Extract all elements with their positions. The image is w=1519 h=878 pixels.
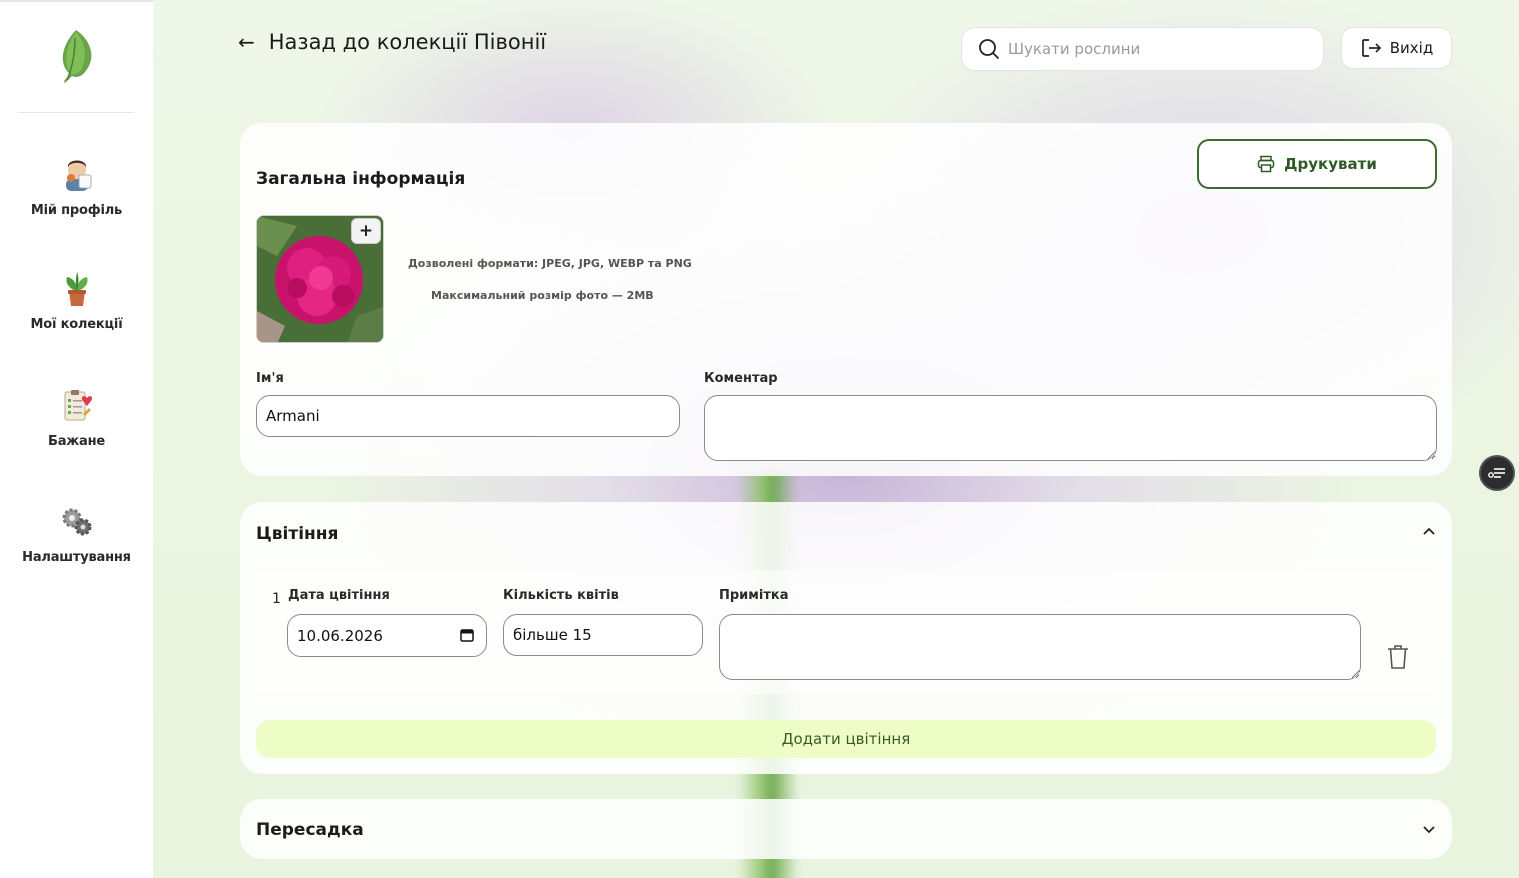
printer-icon bbox=[1257, 155, 1275, 173]
sidebar-divider bbox=[18, 112, 134, 113]
sidebar-item-profile[interactable]: Мій профіль bbox=[0, 157, 153, 247]
leaf-logo-icon[interactable] bbox=[55, 28, 97, 84]
potted-plant-icon bbox=[65, 272, 88, 306]
blooming-card: Цвітіння 1 Дата цвітіння Кількість квіті… bbox=[240, 502, 1452, 774]
logout-icon bbox=[1361, 39, 1381, 57]
calendar-icon[interactable] bbox=[460, 628, 474, 642]
sidebar-item-settings[interactable]: Налаштування bbox=[0, 504, 153, 594]
gears-icon bbox=[62, 508, 91, 536]
bloom-date-label: Дата цвітіння bbox=[288, 588, 390, 603]
bloom-date-input[interactable] bbox=[287, 614, 487, 657]
search-input[interactable] bbox=[1008, 40, 1308, 58]
bloom-note-label: Примітка bbox=[719, 588, 789, 603]
flower-count-label: Кількість квітів bbox=[503, 588, 619, 603]
search-box[interactable] bbox=[961, 27, 1324, 71]
trash-icon[interactable] bbox=[1386, 644, 1410, 670]
sidebar-item-label: Мій профіль bbox=[30, 203, 123, 218]
list-toggle-icon bbox=[1488, 468, 1505, 478]
blooming-title: Цвітіння bbox=[256, 524, 339, 544]
logout-label: Вихід bbox=[1389, 39, 1434, 57]
plant-photo[interactable]: + bbox=[256, 215, 384, 343]
bloom-note-textarea[interactable] bbox=[719, 614, 1361, 680]
name-input[interactable] bbox=[256, 395, 680, 437]
wishlist-clipboard-icon bbox=[64, 390, 92, 421]
back-link-label: Назад до колекції Півонії bbox=[268, 30, 547, 54]
bloom-row-index: 1 bbox=[272, 591, 281, 607]
sidebar-item-collections[interactable]: Мої колекції bbox=[0, 271, 153, 361]
back-to-collection-link[interactable]: ← Назад до колекції Півонії bbox=[238, 30, 546, 54]
arrow-left-icon: ← bbox=[238, 30, 255, 54]
sidebar-item-label: Налаштування bbox=[22, 550, 131, 565]
sidebar-item-label: Бажане bbox=[48, 434, 105, 449]
add-bloom-button[interactable]: Додати цвітіння bbox=[256, 720, 1436, 758]
chevron-up-icon[interactable] bbox=[1422, 525, 1436, 539]
formats-hint: Дозволені формати: JPEG, JPG, WEBP та PN… bbox=[408, 257, 692, 270]
comment-label: Коментар bbox=[704, 371, 778, 386]
size-hint: Максимальний розмір фото — 2MB bbox=[431, 289, 654, 302]
transplant-card[interactable]: Пересадка bbox=[240, 799, 1452, 859]
sidebar-item-label: Мої колекції bbox=[30, 317, 123, 332]
sidebar: Мій профіль Мої колекції Бажане Налаштув… bbox=[0, 0, 153, 878]
name-label: Ім'я bbox=[256, 371, 284, 386]
chevron-down-icon[interactable] bbox=[1422, 822, 1436, 836]
logout-button[interactable]: Вихід bbox=[1341, 27, 1452, 69]
general-info-title: Загальна інформація bbox=[256, 169, 466, 189]
print-button[interactable]: Друкувати bbox=[1197, 139, 1437, 189]
add-photo-button[interactable]: + bbox=[351, 218, 381, 244]
profile-icon bbox=[65, 160, 91, 191]
flower-count-input[interactable] bbox=[503, 614, 703, 656]
bloom-entry-row: 1 Дата цвітіння Кількість квітів Примітк… bbox=[256, 570, 1436, 694]
sidebar-item-wishlist[interactable]: Бажане bbox=[0, 388, 153, 478]
comment-textarea[interactable] bbox=[704, 395, 1437, 461]
general-info-card: Загальна інформація Друкувати + Дозволен… bbox=[240, 123, 1452, 476]
floating-menu-button[interactable] bbox=[1479, 455, 1515, 491]
transplant-title: Пересадка bbox=[256, 820, 364, 840]
print-label: Друкувати bbox=[1284, 155, 1377, 173]
search-icon bbox=[979, 39, 999, 59]
